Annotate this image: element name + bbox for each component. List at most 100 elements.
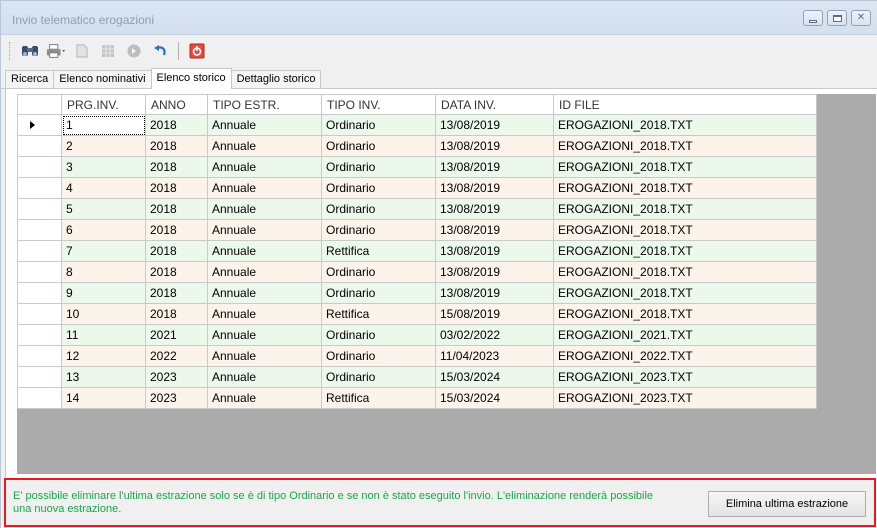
id-file-cell[interactable]: EROGAZIONI_2018.TXT — [553, 282, 817, 304]
data-inv-cell[interactable]: 11/04/2023 — [435, 345, 554, 367]
row-header[interactable] — [17, 303, 62, 325]
close-button[interactable]: ✕ — [851, 10, 871, 26]
tipo-inv-cell[interactable]: Ordinario — [321, 219, 436, 241]
anno-cell[interactable]: 2018 — [145, 303, 208, 325]
tipo-estr-cell[interactable]: Annuale — [207, 177, 322, 199]
data-inv-cell[interactable]: 13/08/2019 — [435, 282, 554, 304]
column-header-tipo-inv[interactable]: TIPO INV. — [321, 94, 436, 115]
row-header[interactable] — [17, 240, 62, 262]
data-inv-cell[interactable]: 13/08/2019 — [435, 198, 554, 220]
tipo-estr-cell[interactable]: Annuale — [207, 198, 322, 220]
tipo-estr-cell[interactable]: Annuale — [207, 303, 322, 325]
row-header[interactable] — [17, 282, 62, 304]
toolbar-grip[interactable] — [9, 42, 12, 60]
table-row[interactable]: 8 2018 Annuale Ordinario 13/08/2019 EROGAZION… — [17, 261, 817, 283]
tipo-inv-cell[interactable]: Ordinario — [321, 324, 436, 346]
prg-inv-cell[interactable]: 7 — [61, 240, 146, 262]
id-file-cell[interactable]: EROGAZIONI_2023.TXT — [553, 366, 817, 388]
tipo-inv-cell[interactable]: Rettifica — [321, 303, 436, 325]
table-row[interactable]: 4 2018 Annuale Ordinario 13/08/2019 EROGAZION… — [17, 177, 817, 199]
anno-cell[interactable]: 2018 — [145, 135, 208, 157]
id-file-cell[interactable]: EROGAZIONI_2022.TXT — [553, 345, 817, 367]
exit-button[interactable] — [187, 41, 207, 61]
data-inv-cell[interactable]: 13/08/2019 — [435, 156, 554, 178]
tipo-estr-cell[interactable]: Annuale — [207, 345, 322, 367]
row-header[interactable] — [17, 261, 62, 283]
grid-button[interactable] — [98, 41, 118, 61]
prg-inv-cell[interactable]: 4 — [61, 177, 146, 199]
column-header-anno[interactable]: ANNO — [145, 94, 208, 115]
column-header-data-inv[interactable]: DATA INV. — [435, 94, 554, 115]
tipo-inv-cell[interactable]: Ordinario — [321, 282, 436, 304]
anno-cell[interactable]: 2018 — [145, 219, 208, 241]
data-inv-cell[interactable]: 13/08/2019 — [435, 135, 554, 157]
print-button[interactable] — [46, 41, 66, 61]
anno-cell[interactable]: 2018 — [145, 114, 208, 136]
prg-inv-cell[interactable]: 6 — [61, 219, 146, 241]
tipo-inv-cell[interactable]: Ordinario — [321, 366, 436, 388]
row-header[interactable] — [17, 114, 62, 136]
prg-inv-cell[interactable]: 10 — [61, 303, 146, 325]
column-header-id-file[interactable]: ID FILE — [553, 94, 817, 115]
table-row[interactable]: 9 2018 Annuale Ordinario 13/08/2019 EROGAZION… — [17, 282, 817, 304]
table-row[interactable]: 3 2018 Annuale Ordinario 13/08/2019 EROGAZION… — [17, 156, 817, 178]
table-row[interactable]: 7 2018 Annuale Rettifica 13/08/2019 EROGAZION… — [17, 240, 817, 262]
anno-cell[interactable]: 2018 — [145, 156, 208, 178]
tipo-inv-cell[interactable]: Ordinario — [321, 345, 436, 367]
prg-inv-cell[interactable]: 3 — [61, 156, 146, 178]
row-header[interactable] — [17, 198, 62, 220]
prg-inv-cell[interactable]: 9 — [61, 282, 146, 304]
row-header[interactable] — [17, 345, 62, 367]
prg-inv-cell[interactable]: 1 — [61, 114, 146, 136]
id-file-cell[interactable]: EROGAZIONI_2018.TXT — [553, 261, 817, 283]
anno-cell[interactable]: 2018 — [145, 282, 208, 304]
id-file-cell[interactable]: EROGAZIONI_2018.TXT — [553, 219, 817, 241]
tipo-inv-cell[interactable]: Ordinario — [321, 114, 436, 136]
prg-inv-cell[interactable]: 12 — [61, 345, 146, 367]
maximize-button[interactable] — [827, 10, 847, 26]
table-row[interactable]: 5 2018 Annuale Ordinario 13/08/2019 EROGAZION… — [17, 198, 817, 220]
prg-inv-cell[interactable]: 13 — [61, 366, 146, 388]
forward-button[interactable] — [124, 41, 144, 61]
table-row[interactable]: 2 2018 Annuale Ordinario 13/08/2019 EROGAZION… — [17, 135, 817, 157]
id-file-cell[interactable]: EROGAZIONI_2018.TXT — [553, 114, 817, 136]
tipo-inv-cell[interactable]: Rettifica — [321, 387, 436, 409]
tipo-estr-cell[interactable]: Annuale — [207, 261, 322, 283]
tab-ricerca[interactable]: Ricerca — [5, 70, 55, 88]
undo-button[interactable] — [150, 41, 170, 61]
tipo-estr-cell[interactable]: Annuale — [207, 135, 322, 157]
tipo-estr-cell[interactable]: Annuale — [207, 114, 322, 136]
id-file-cell[interactable]: EROGAZIONI_2018.TXT — [553, 177, 817, 199]
data-inv-cell[interactable]: 15/03/2024 — [435, 387, 554, 409]
prg-inv-cell[interactable]: 5 — [61, 198, 146, 220]
id-file-cell[interactable]: EROGAZIONI_2023.TXT — [553, 387, 817, 409]
table-row[interactable]: 6 2018 Annuale Ordinario 13/08/2019 EROGAZION… — [17, 219, 817, 241]
tab-elenco-nominativi[interactable]: Elenco nominativi — [53, 70, 152, 88]
row-header[interactable] — [17, 219, 62, 241]
tipo-estr-cell[interactable]: Annuale — [207, 282, 322, 304]
tipo-estr-cell[interactable]: Annuale — [207, 156, 322, 178]
id-file-cell[interactable]: EROGAZIONI_2018.TXT — [553, 135, 817, 157]
minimize-button[interactable] — [803, 10, 823, 26]
data-inv-cell[interactable]: 13/08/2019 — [435, 261, 554, 283]
row-header[interactable] — [17, 324, 62, 346]
tipo-inv-cell[interactable]: Ordinario — [321, 198, 436, 220]
column-header-prg-inv[interactable]: PRG.INV. — [61, 94, 146, 115]
tipo-inv-cell[interactable]: Ordinario — [321, 135, 436, 157]
anno-cell[interactable]: 2023 — [145, 387, 208, 409]
table-row[interactable]: 12 2022 Annuale Ordinario 11/04/2023 EROGAZIO… — [17, 345, 817, 367]
tab-dettaglio-storico[interactable]: Dettaglio storico — [230, 70, 322, 88]
anno-cell[interactable]: 2018 — [145, 240, 208, 262]
search-button[interactable] — [20, 41, 40, 61]
delete-last-extraction-button[interactable]: Elimina ultima estrazione — [708, 491, 866, 517]
id-file-cell[interactable]: EROGAZIONI_2021.TXT — [553, 324, 817, 346]
id-file-cell[interactable]: EROGAZIONI_2018.TXT — [553, 156, 817, 178]
tipo-inv-cell[interactable]: Ordinario — [321, 261, 436, 283]
prg-inv-cell[interactable]: 8 — [61, 261, 146, 283]
tipo-inv-cell[interactable]: Ordinario — [321, 156, 436, 178]
anno-cell[interactable]: 2018 — [145, 198, 208, 220]
row-header[interactable] — [17, 135, 62, 157]
data-grid[interactable]: PRG.INV. ANNO TIPO ESTR. TIPO INV. DATA … — [17, 94, 876, 474]
row-header[interactable] — [17, 156, 62, 178]
tipo-estr-cell[interactable]: Annuale — [207, 219, 322, 241]
